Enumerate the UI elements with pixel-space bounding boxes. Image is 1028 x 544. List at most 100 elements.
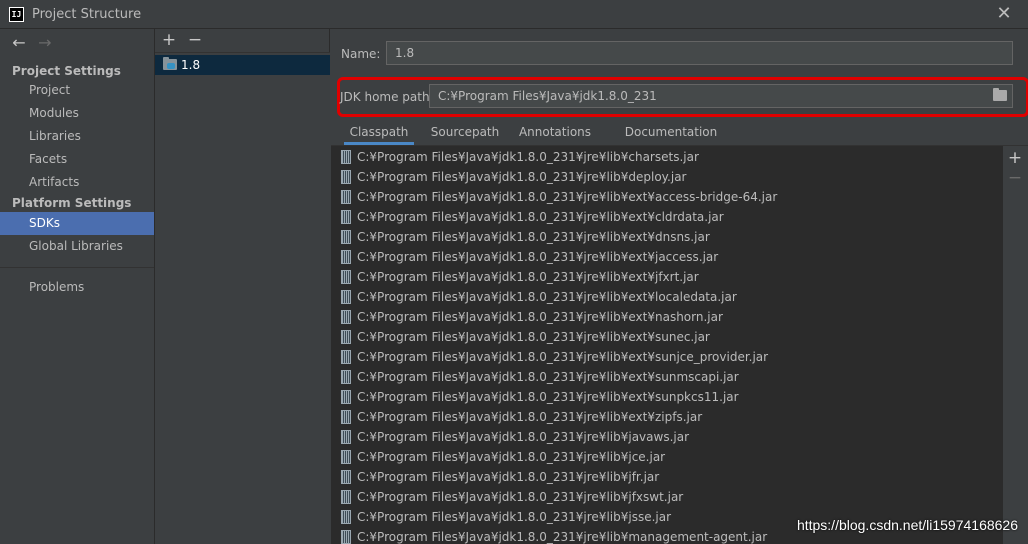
list-item[interactable]: C:¥Program Files¥Java¥jdk1.8.0_231¥jre¥l…: [331, 167, 1003, 187]
jar-icon: [341, 150, 351, 164]
list-item-label: C:¥Program Files¥Java¥jdk1.8.0_231¥jre¥l…: [357, 250, 719, 264]
jar-icon: [341, 190, 351, 204]
nav-divider: [0, 267, 154, 268]
list-item[interactable]: C:¥Program Files¥Java¥jdk1.8.0_231¥jre¥l…: [331, 427, 1003, 447]
list-item-label: C:¥Program Files¥Java¥jdk1.8.0_231¥jre¥l…: [357, 490, 684, 504]
jdk-home-label: JDK home path:: [340, 90, 434, 104]
jar-icon: [341, 170, 351, 184]
remove-sdk-button[interactable]: −: [185, 30, 205, 50]
jdk-home-path-field[interactable]: C:¥Program Files¥Java¥jdk1.8.0_231: [429, 84, 1013, 108]
nav-item-project[interactable]: Project: [0, 79, 154, 102]
list-item-label: C:¥Program Files¥Java¥jdk1.8.0_231¥jre¥l…: [357, 310, 723, 324]
intellij-icon: IJ: [9, 7, 24, 22]
name-field[interactable]: 1.8: [386, 41, 1013, 65]
close-button[interactable]: ✕: [994, 4, 1014, 24]
list-item[interactable]: C:¥Program Files¥Java¥jdk1.8.0_231¥jre¥l…: [331, 487, 1003, 507]
jar-icon: [341, 510, 351, 524]
remove-path-button[interactable]: −: [1005, 168, 1025, 188]
list-item[interactable]: C:¥Program Files¥Java¥jdk1.8.0_231¥jre¥l…: [331, 367, 1003, 387]
folder-open-icon[interactable]: [993, 88, 1007, 101]
tab-annotations[interactable]: Annotations: [513, 121, 597, 145]
project-structure-dialog: IJ Project Structure ✕ ← → Project Setti…: [0, 0, 1028, 544]
list-item-label: C:¥Program Files¥Java¥jdk1.8.0_231¥jre¥l…: [357, 210, 724, 224]
sdk-panel: + − 1.8: [155, 29, 330, 544]
add-sdk-button[interactable]: +: [159, 30, 179, 50]
back-arrow-icon[interactable]: ←: [8, 33, 30, 53]
list-item[interactable]: C:¥Program Files¥Java¥jdk1.8.0_231¥jre¥l…: [331, 267, 1003, 287]
nav-item-facets[interactable]: Facets: [0, 148, 154, 171]
nav-item-artifacts[interactable]: Artifacts: [0, 171, 154, 194]
list-item-label: C:¥Program Files¥Java¥jdk1.8.0_231¥jre¥l…: [357, 150, 699, 164]
list-item-label: C:¥Program Files¥Java¥jdk1.8.0_231¥jre¥l…: [357, 430, 690, 444]
platform-settings-header: Platform Settings: [12, 196, 132, 210]
nav-history: ← →: [8, 33, 56, 53]
nav-item-sdks[interactable]: SDKs: [0, 212, 154, 235]
jar-icon: [341, 530, 351, 544]
settings-nav: ← → Project Settings Project Modules Lib…: [0, 29, 155, 544]
list-item-label: C:¥Program Files¥Java¥jdk1.8.0_231¥jre¥l…: [357, 530, 768, 544]
close-icon: ✕: [996, 3, 1012, 24]
project-settings-header: Project Settings: [12, 64, 121, 78]
classpath-list: C:¥Program Files¥Java¥jdk1.8.0_231¥jre¥l…: [331, 146, 1003, 544]
sdk-list: 1.8: [155, 53, 330, 544]
list-item[interactable]: C:¥Program Files¥Java¥jdk1.8.0_231¥jre¥l…: [331, 387, 1003, 407]
tab-documentation-paths[interactable]: Documentation Paths: [609, 121, 733, 161]
jdk-home-path-value: C:¥Program Files¥Java¥jdk1.8.0_231: [438, 89, 657, 103]
list-item-label: C:¥Program Files¥Java¥jdk1.8.0_231¥jre¥l…: [357, 230, 710, 244]
list-item[interactable]: C:¥Program Files¥Java¥jdk1.8.0_231¥jre¥l…: [331, 207, 1003, 227]
list-item-label: C:¥Program Files¥Java¥jdk1.8.0_231¥jre¥l…: [357, 370, 739, 384]
jar-icon: [341, 230, 351, 244]
jar-icon: [341, 350, 351, 364]
list-item-label: C:¥Program Files¥Java¥jdk1.8.0_231¥jre¥l…: [357, 350, 769, 364]
sdk-detail-panel: Name: 1.8 JDK home path: C:¥Program File…: [331, 29, 1028, 544]
list-item[interactable]: C:¥Program Files¥Java¥jdk1.8.0_231¥jre¥l…: [331, 307, 1003, 327]
list-item-label: C:¥Program Files¥Java¥jdk1.8.0_231¥jre¥l…: [357, 390, 739, 404]
nav-item-modules[interactable]: Modules: [0, 102, 154, 125]
list-item-label: C:¥Program Files¥Java¥jdk1.8.0_231¥jre¥l…: [357, 290, 737, 304]
list-item[interactable]: C:¥Program Files¥Java¥jdk1.8.0_231¥jre¥l…: [331, 287, 1003, 307]
jar-icon: [341, 490, 351, 504]
jar-icon: [341, 430, 351, 444]
tab-classpath[interactable]: Classpath: [344, 121, 414, 145]
title-bar: IJ Project Structure ✕: [0, 0, 1028, 29]
jar-icon: [341, 310, 351, 324]
list-item[interactable]: C:¥Program Files¥Java¥jdk1.8.0_231¥jre¥l…: [331, 227, 1003, 247]
nav-item-libraries[interactable]: Libraries: [0, 125, 154, 148]
forward-arrow-icon[interactable]: →: [34, 33, 56, 53]
jar-icon: [341, 210, 351, 224]
list-item[interactable]: C:¥Program Files¥Java¥jdk1.8.0_231¥jre¥l…: [331, 327, 1003, 347]
jar-icon: [341, 250, 351, 264]
watermark: https://blog.csdn.net/li15974168626: [796, 517, 1018, 533]
add-path-button[interactable]: +: [1005, 148, 1025, 168]
name-label: Name:: [341, 47, 381, 61]
classpath-toolbar: + −: [1003, 146, 1028, 544]
list-item[interactable]: C:¥Program Files¥Java¥jdk1.8.0_231¥jre¥l…: [331, 147, 1003, 167]
list-item-label: C:¥Program Files¥Java¥jdk1.8.0_231¥jre¥l…: [357, 410, 703, 424]
jar-icon: [341, 470, 351, 484]
list-item-label: C:¥Program Files¥Java¥jdk1.8.0_231¥jre¥l…: [357, 450, 666, 464]
list-item-label: C:¥Program Files¥Java¥jdk1.8.0_231¥jre¥l…: [357, 330, 710, 344]
list-item-label: C:¥Program Files¥Java¥jdk1.8.0_231¥jre¥l…: [357, 170, 687, 184]
list-item[interactable]: C:¥Program Files¥Java¥jdk1.8.0_231¥jre¥l…: [331, 467, 1003, 487]
tab-sourcepath[interactable]: Sourcepath: [426, 121, 504, 145]
list-item[interactable]: C:¥Program Files¥Java¥jdk1.8.0_231¥jre¥l…: [331, 187, 1003, 207]
jar-icon: [341, 410, 351, 424]
jdk-folder-icon: [163, 57, 177, 70]
nav-item-problems[interactable]: Problems: [0, 276, 154, 299]
nav-item-global-libraries[interactable]: Global Libraries: [0, 235, 154, 258]
list-item-label: C:¥Program Files¥Java¥jdk1.8.0_231¥jre¥l…: [357, 510, 672, 524]
jar-icon: [341, 270, 351, 284]
jar-icon: [341, 290, 351, 304]
jar-icon: [341, 450, 351, 464]
jar-icon: [341, 370, 351, 384]
list-item-label: C:¥Program Files¥Java¥jdk1.8.0_231¥jre¥l…: [357, 190, 778, 204]
window-title: Project Structure: [32, 7, 142, 22]
list-item[interactable]: C:¥Program Files¥Java¥jdk1.8.0_231¥jre¥l…: [331, 247, 1003, 267]
sdk-item-1-8[interactable]: 1.8: [155, 55, 330, 75]
list-item-label: C:¥Program Files¥Java¥jdk1.8.0_231¥jre¥l…: [357, 270, 699, 284]
list-item[interactable]: C:¥Program Files¥Java¥jdk1.8.0_231¥jre¥l…: [331, 347, 1003, 367]
list-item[interactable]: C:¥Program Files¥Java¥jdk1.8.0_231¥jre¥l…: [331, 407, 1003, 427]
sdk-item-label: 1.8: [181, 58, 201, 72]
sdk-toolbar: + −: [155, 29, 330, 53]
list-item[interactable]: C:¥Program Files¥Java¥jdk1.8.0_231¥jre¥l…: [331, 447, 1003, 467]
